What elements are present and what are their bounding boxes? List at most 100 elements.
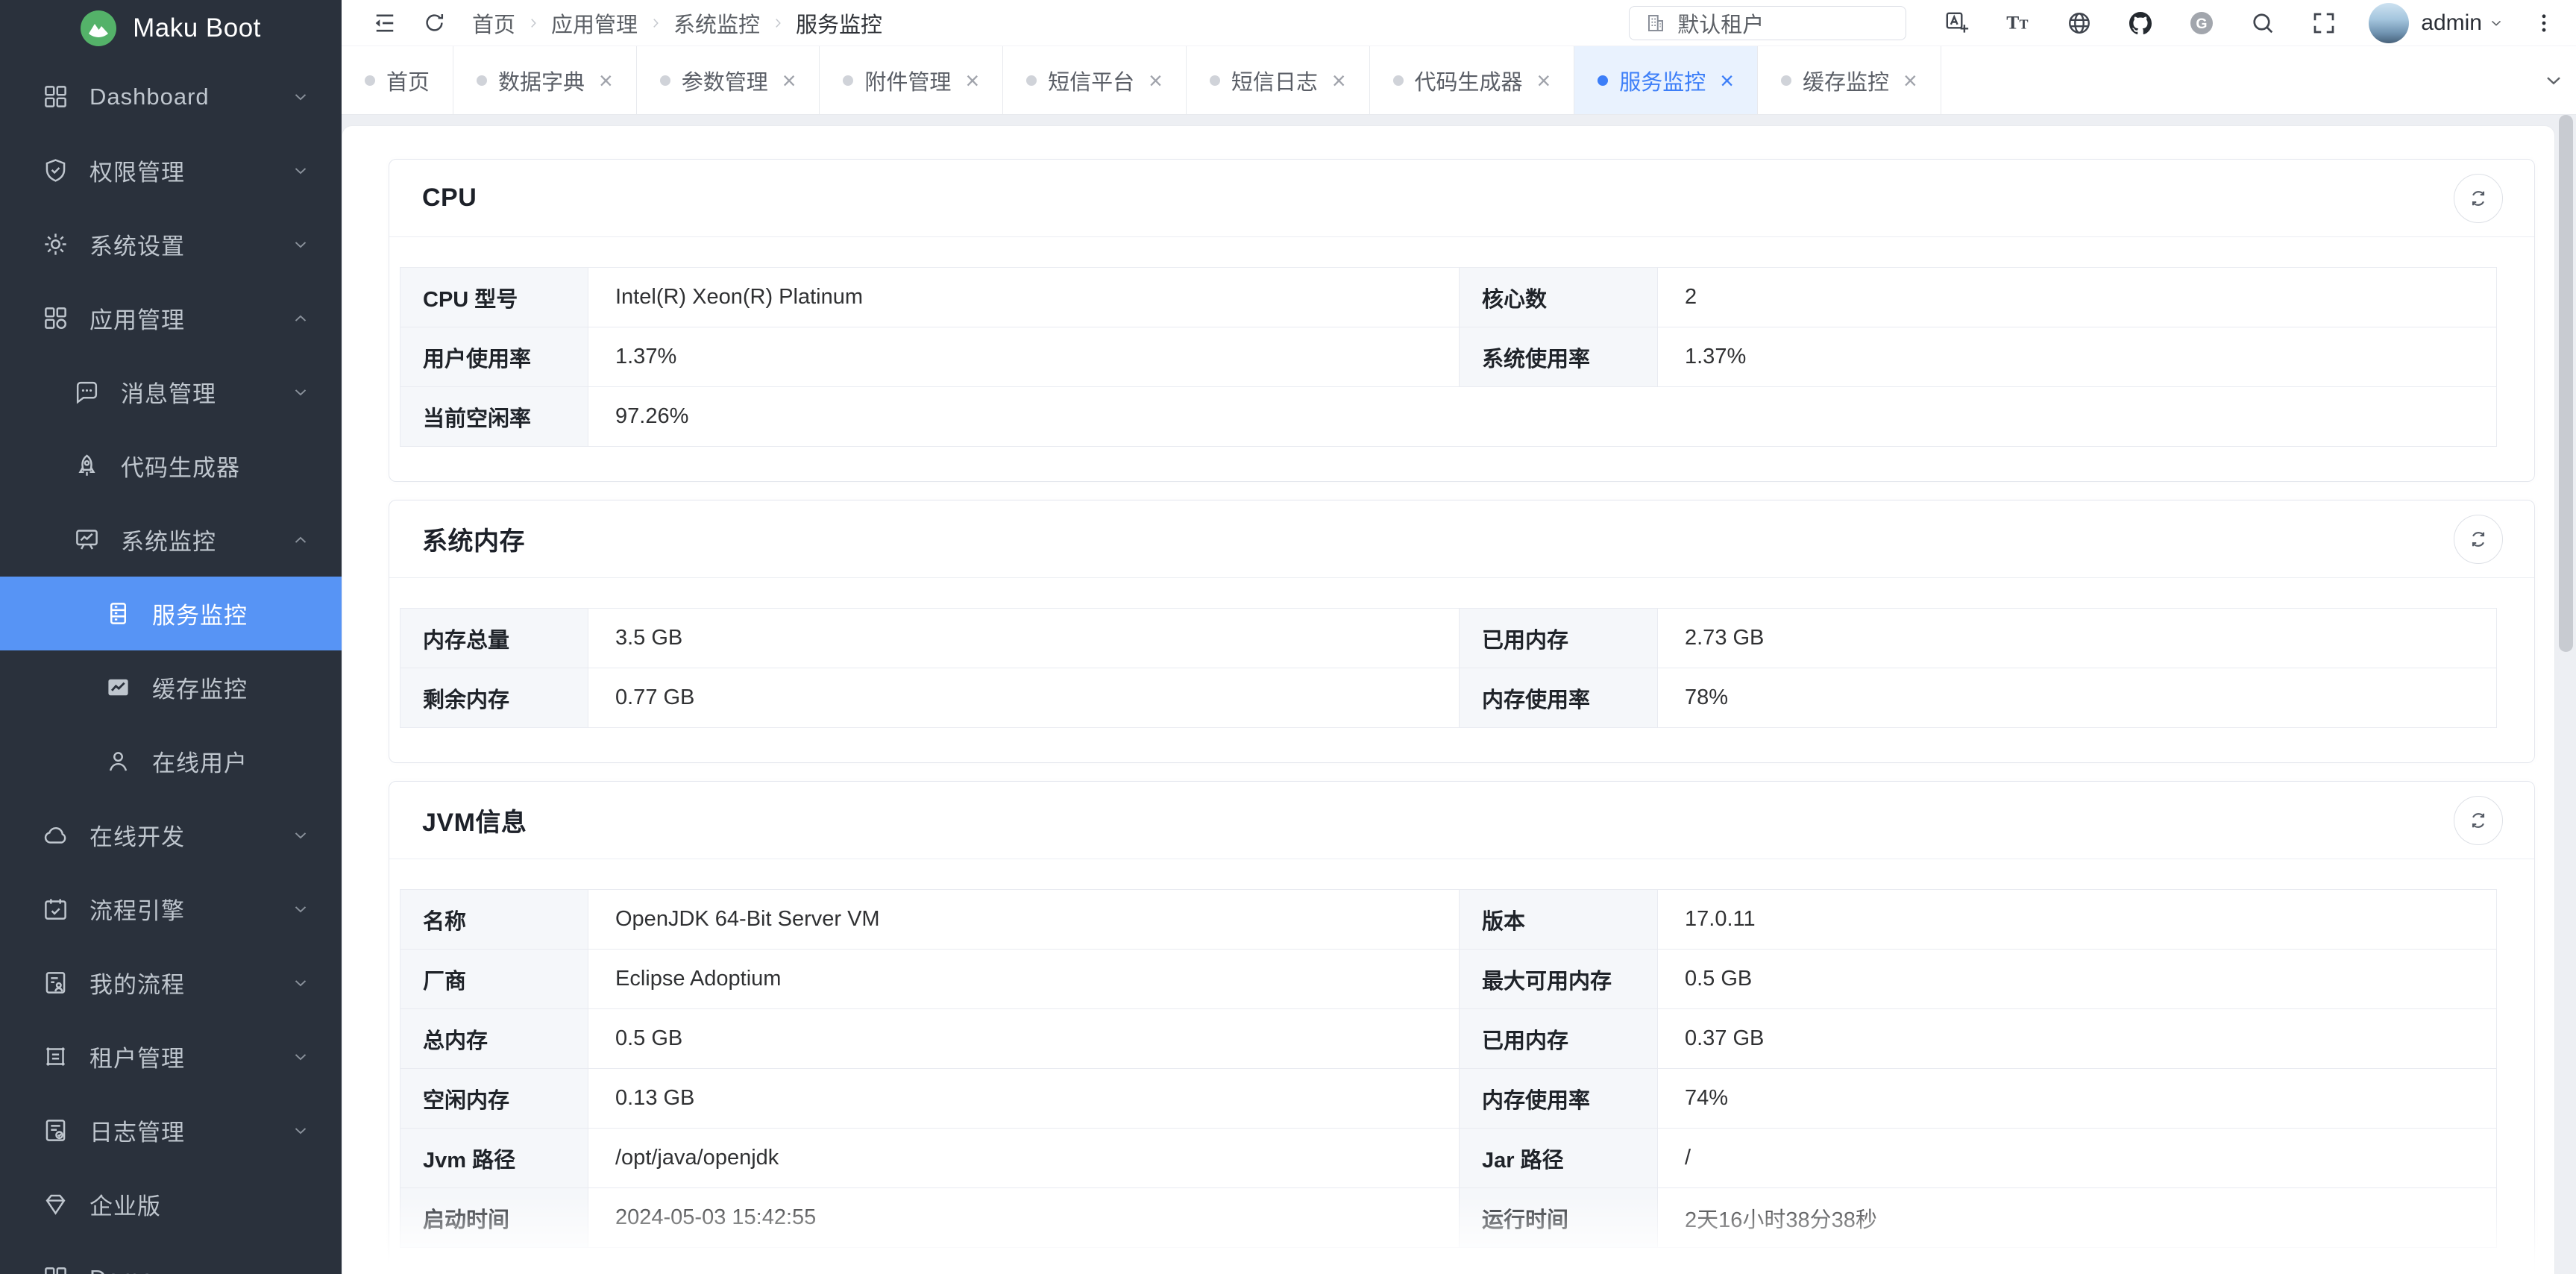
monitor-icon <box>73 526 101 553</box>
field-label: 总内存 <box>400 1009 588 1069</box>
card-body: CPU 型号Intel(R) Xeon(R) Platinum核心数2用户使用率… <box>389 237 2534 481</box>
gitee-icon[interactable]: G <box>2188 10 2215 37</box>
chevron-up-icon <box>291 530 310 550</box>
table-row: 名称OpenJDK 64-Bit Server VM版本17.0.11 <box>400 890 2497 950</box>
card-CPU: CPU CPU 型号Intel(R) Xeon(R) Platinum核心数2用户… <box>389 159 2535 482</box>
sidebar-item-缓存监控[interactable]: 缓存监控 <box>0 650 342 724</box>
field-value: 17.0.11 <box>1658 890 2497 950</box>
more-options-icon[interactable] <box>2531 10 2557 36</box>
sidebar-item-日志管理[interactable]: 日志管理 <box>0 1093 342 1167</box>
font-size-icon[interactable]: TT <box>2005 10 2032 37</box>
tab-服务监控[interactable]: 服务监控× <box>1574 46 1758 114</box>
card-refresh-button[interactable] <box>2454 515 2503 564</box>
field-value: 78% <box>1658 668 2497 728</box>
card-refresh-button[interactable] <box>2454 796 2503 845</box>
tab-数据字典[interactable]: 数据字典× <box>453 46 637 114</box>
sidebar-item-Demo[interactable]: Demo <box>0 1241 342 1274</box>
sidebar-item-在线用户[interactable]: 在线用户 <box>0 724 342 798</box>
field-value: /opt/java/openjdk <box>588 1129 1460 1188</box>
tab-首页[interactable]: 首页 <box>342 46 453 114</box>
close-icon[interactable]: × <box>1332 69 1346 92</box>
sidebar-item-label: 消息管理 <box>121 375 216 409</box>
user-menu[interactable]: admin <box>2421 10 2504 36</box>
field-label: 运行时间 <box>1460 1188 1658 1248</box>
card-title: CPU <box>422 183 477 213</box>
field-label: 最大可用内存 <box>1460 950 1658 1009</box>
translate-icon[interactable] <box>1944 10 1970 37</box>
breadcrumb-item[interactable]: 服务监控 <box>796 7 882 39</box>
sidebar-item-应用管理[interactable]: 应用管理 <box>0 281 342 355</box>
sidebar-item-代码生成器[interactable]: 代码生成器 <box>0 429 342 503</box>
sidebar-item-系统设置[interactable]: 系统设置 <box>0 207 342 281</box>
breadcrumb-item[interactable]: 首页 <box>472 7 515 39</box>
card-refresh-button[interactable] <box>2454 174 2503 223</box>
sidebar-item-在线开发[interactable]: 在线开发 <box>0 798 342 872</box>
chevron-right-icon <box>648 16 663 31</box>
sidebar-item-我的流程[interactable]: 我的流程 <box>0 946 342 1020</box>
sidebar: Maku Boot Dashboard权限管理系统设置应用管理消息管理代码生成器… <box>0 0 342 1274</box>
sidebar-item-系统监控[interactable]: 系统监控 <box>0 503 342 577</box>
tab-短信日志[interactable]: 短信日志× <box>1187 46 1370 114</box>
sidebar-item-label: 日志管理 <box>89 1114 185 1147</box>
fullscreen-icon[interactable] <box>2310 10 2337 37</box>
card-JVM信息: JVM信息名称OpenJDK 64-Bit Server VM版本17.0.11… <box>389 781 2535 1274</box>
close-icon[interactable]: × <box>782 69 797 92</box>
username: admin <box>2421 10 2482 36</box>
chevron-down-icon <box>291 383 310 402</box>
sidebar-item-流程引擎[interactable]: 流程引擎 <box>0 872 342 946</box>
close-icon[interactable]: × <box>1720 69 1734 92</box>
field-label: 剩余内存 <box>400 668 588 728</box>
refresh-page-icon[interactable] <box>422 10 447 35</box>
tab-代码生成器[interactable]: 代码生成器× <box>1370 46 1575 114</box>
tab-短信平台[interactable]: 短信平台× <box>1003 46 1187 114</box>
field-value: 1.37% <box>588 327 1460 387</box>
field-value: / <box>1658 1129 2497 1188</box>
breadcrumb-item[interactable]: 应用管理 <box>551 7 638 39</box>
field-value: 0.5 GB <box>588 1009 1460 1069</box>
tab-dot <box>365 75 375 86</box>
field-label: 空闲内存 <box>400 1069 588 1129</box>
user-icon <box>104 747 132 775</box>
server-doc-icon <box>104 600 132 627</box>
tab-dot <box>1393 75 1404 86</box>
grid-icon <box>42 83 69 110</box>
avatar[interactable] <box>2369 3 2409 43</box>
sidebar-item-label: 应用管理 <box>89 301 185 335</box>
field-label: 厂商 <box>400 950 588 1009</box>
close-icon[interactable]: × <box>1149 69 1163 92</box>
cloud-icon <box>42 821 69 849</box>
chevron-down-icon <box>291 87 310 107</box>
sidebar-item-租户管理[interactable]: 租户管理 <box>0 1020 342 1093</box>
github-icon[interactable] <box>2127 10 2154 37</box>
search-icon[interactable] <box>2249 10 2276 37</box>
language-globe-icon[interactable] <box>2066 10 2093 37</box>
tab-dot <box>1210 75 1220 86</box>
chevron-down-icon <box>291 900 310 919</box>
close-icon[interactable]: × <box>965 69 979 92</box>
tenant-select[interactable]: 默认租户 <box>1629 6 1906 40</box>
scrollbar-thumb[interactable] <box>2559 115 2573 652</box>
field-value: OpenJDK 64-Bit Server VM <box>588 890 1460 950</box>
close-icon[interactable]: × <box>1537 69 1551 92</box>
tabbar-tabs: 首页数据字典×参数管理×附件管理×短信平台×短信日志×代码生成器×服务监控×缓存… <box>342 46 1941 114</box>
close-icon[interactable]: × <box>1903 69 1917 92</box>
close-icon[interactable]: × <box>599 69 613 92</box>
breadcrumb-item[interactable]: 系统监控 <box>673 7 760 39</box>
table-row: 厂商Eclipse Adoptium最大可用内存0.5 GB <box>400 950 2497 1009</box>
sidebar-item-服务监控[interactable]: 服务监控 <box>0 577 342 650</box>
tab-附件管理[interactable]: 附件管理× <box>820 46 1003 114</box>
field-value: 2天16小时38分38秒 <box>1658 1188 2497 1248</box>
app-logo[interactable]: Maku Boot <box>0 4 342 52</box>
sidebar-item-Dashboard[interactable]: Dashboard <box>0 60 342 134</box>
sidebar-item-消息管理[interactable]: 消息管理 <box>0 355 342 429</box>
field-label: 内存使用率 <box>1460 1069 1658 1129</box>
tab-缓存监控[interactable]: 缓存监控× <box>1758 46 1941 114</box>
sidebar-item-企业版[interactable]: 企业版 <box>0 1167 342 1241</box>
field-label: 版本 <box>1460 890 1658 950</box>
menu-fold-icon[interactable] <box>371 10 398 37</box>
tab-list-chevron-icon[interactable] <box>2542 69 2566 92</box>
field-label: 名称 <box>400 890 588 950</box>
tab-参数管理[interactable]: 参数管理× <box>637 46 820 114</box>
sidebar-item-权限管理[interactable]: 权限管理 <box>0 134 342 207</box>
field-value: 0.77 GB <box>588 668 1460 728</box>
